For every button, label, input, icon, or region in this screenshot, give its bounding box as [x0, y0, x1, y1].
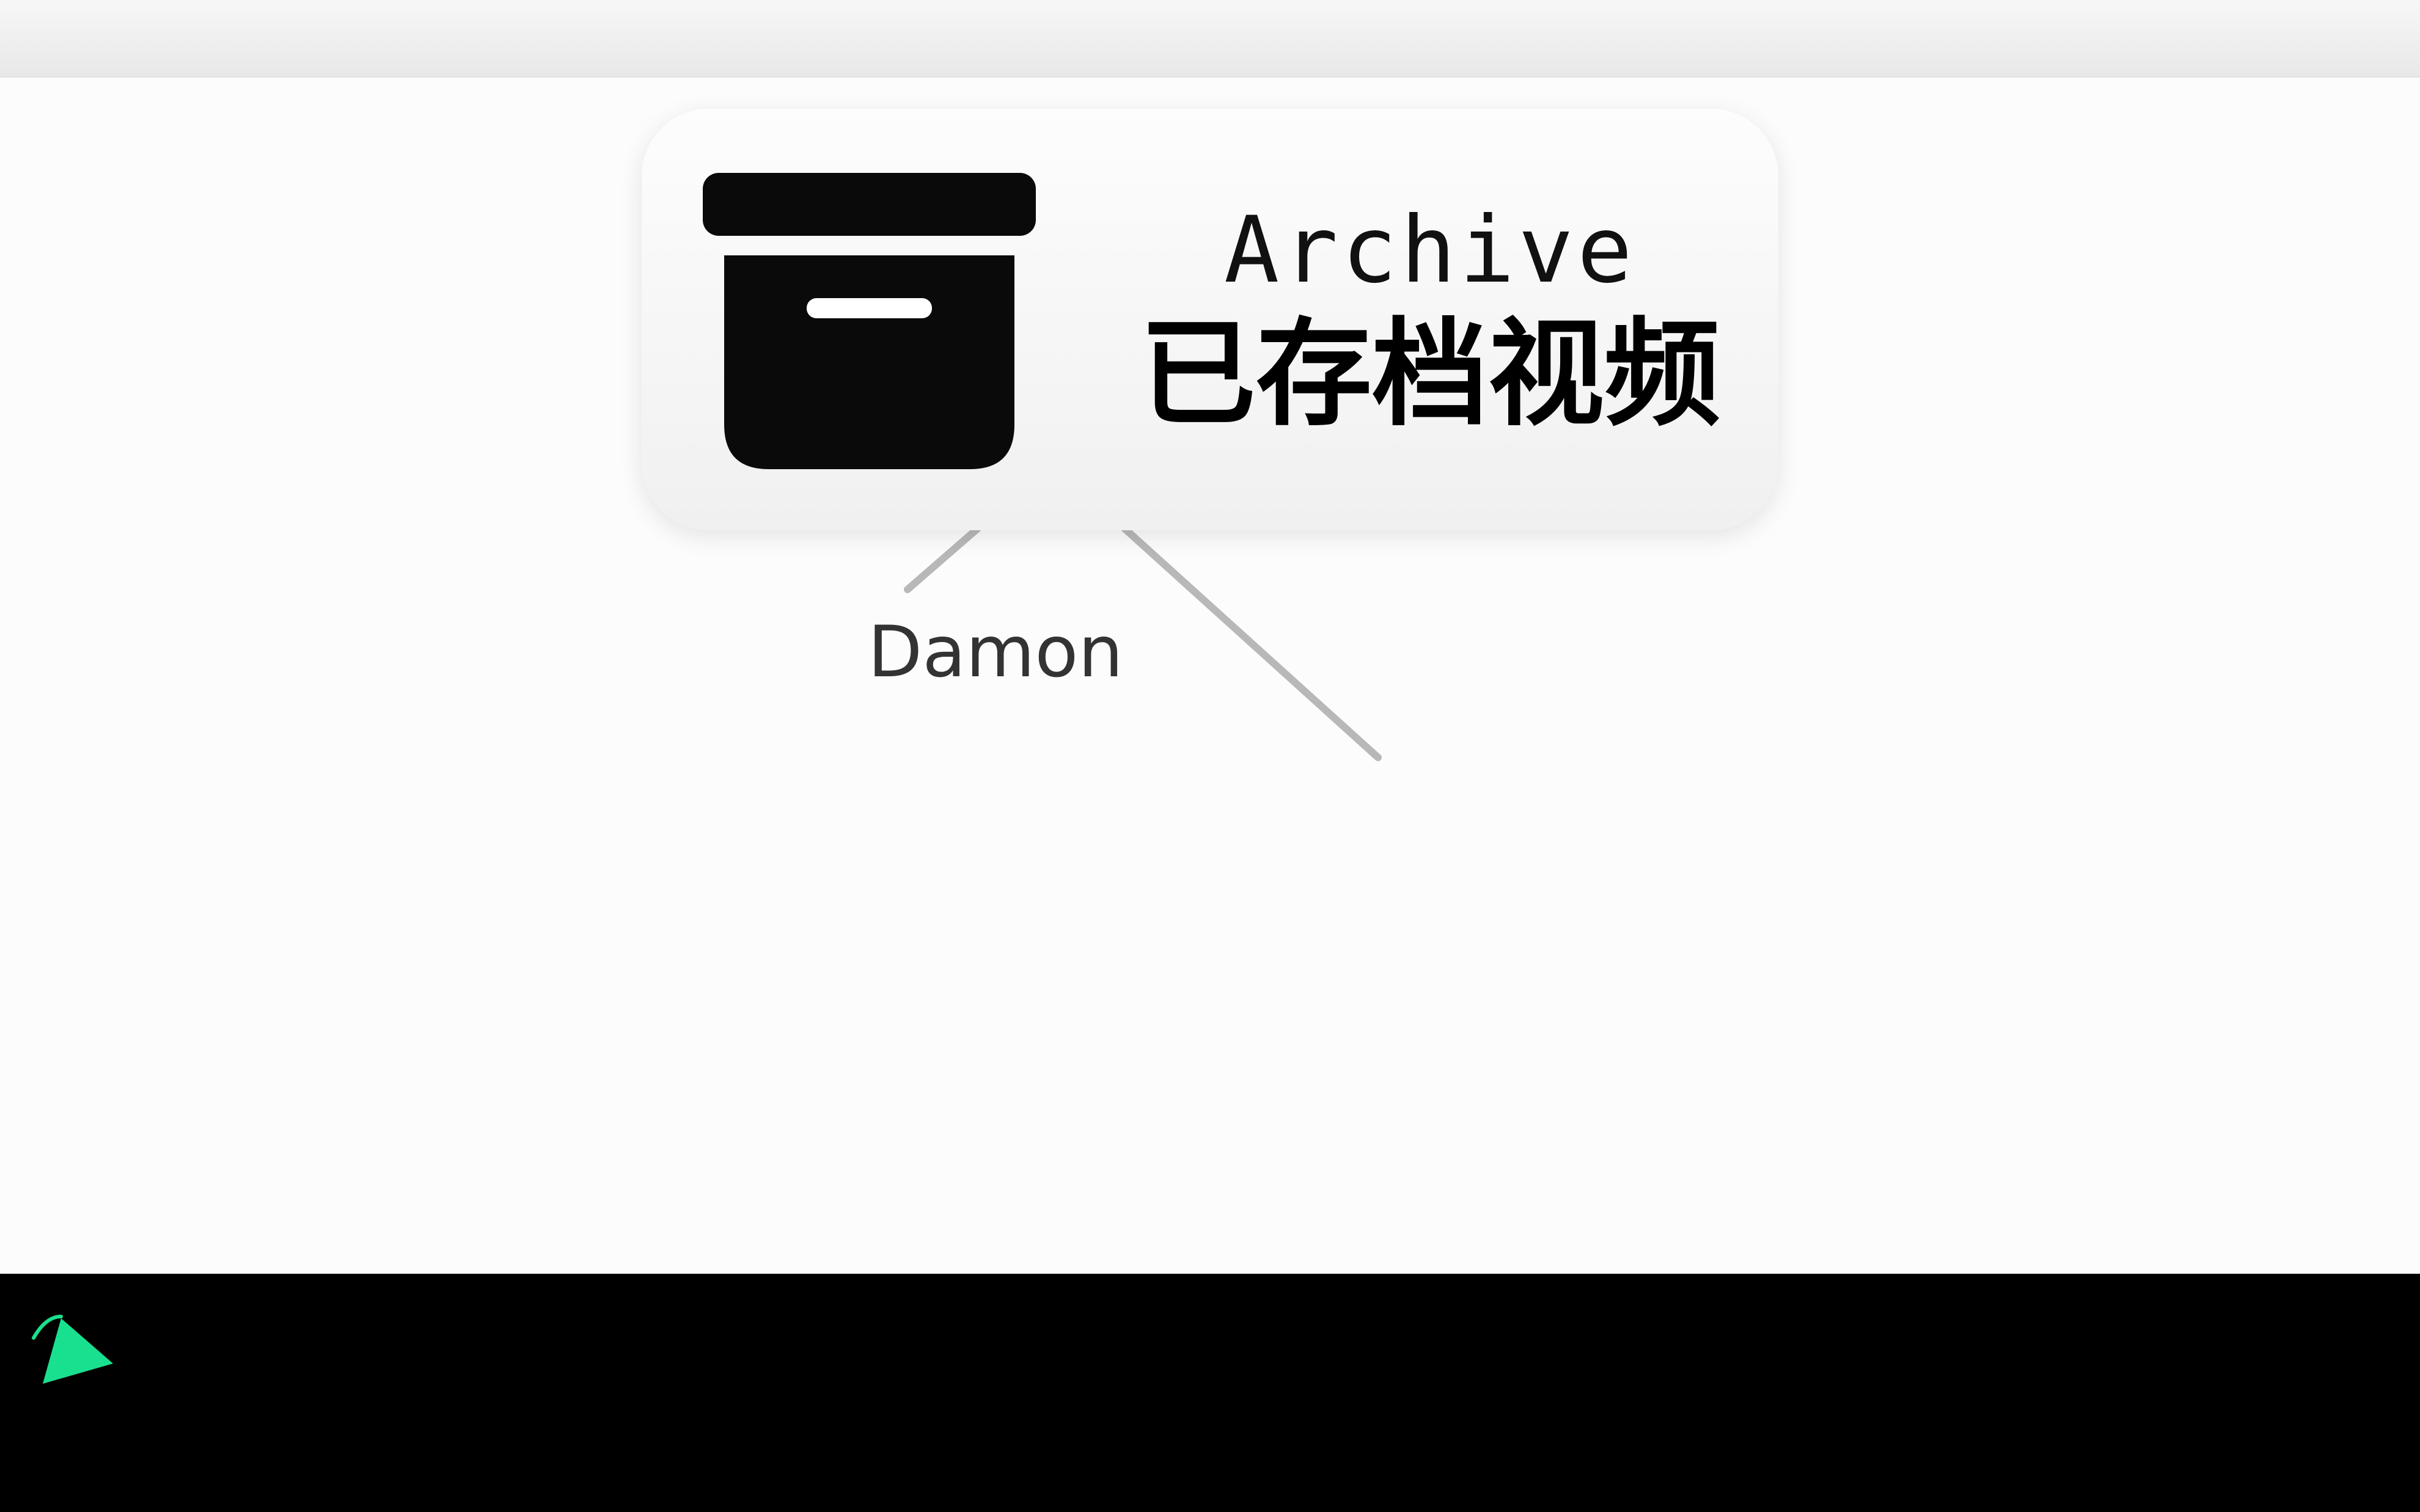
archive-title-en: Archive: [1223, 197, 1637, 304]
node-label-damon[interactable]: Damon: [868, 617, 1123, 688]
connector-line-right: [1121, 525, 1382, 761]
archive-box-icon: [703, 173, 1036, 469]
card-text: Archive 已存档视频: [1124, 200, 1736, 436]
pointer-icon: [32, 1315, 113, 1384]
archive-card[interactable]: Archive 已存档视频: [642, 109, 1778, 530]
page: Damon Archive 已存档视频: [0, 0, 2420, 1512]
archive-title-zh: 已存档视频: [1139, 307, 1720, 442]
connector-line-left: [904, 525, 981, 593]
bottom-bar: [0, 1274, 2420, 1512]
